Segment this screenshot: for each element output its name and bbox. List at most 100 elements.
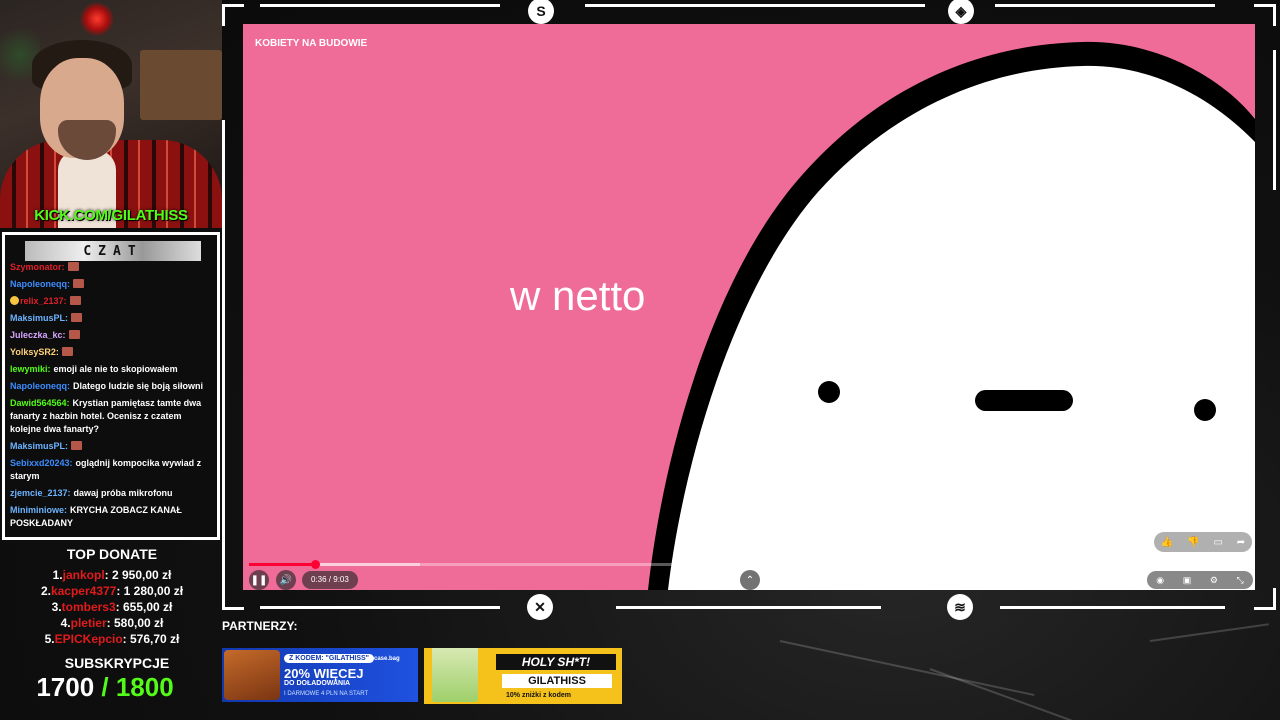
chat-username[interactable]: Napoleoneqq: (10, 381, 70, 391)
donate-name: EPICKepcio (54, 632, 123, 646)
chat-message: MaksimusPL: (10, 312, 215, 325)
partners-label: PARTNERZY: (222, 619, 298, 633)
top-donate-list: 1.jankopl: 2 950,00 zł 2.kacper4377: 1 28… (0, 567, 224, 647)
donate-name: tombers3 (61, 600, 116, 614)
frame-line (260, 606, 500, 609)
badge-icon (10, 296, 19, 305)
chat-message-list: Szymonator: Napoleoneqq: relix_2137: Maksim… (10, 261, 215, 534)
pause-button[interactable]: ❚❚ (249, 570, 269, 590)
fullscreen-icon[interactable]: ⤡ (1236, 575, 1243, 586)
frame-corner (1254, 588, 1276, 610)
donate-amount: : 655,00 zł (115, 600, 173, 614)
chat-username[interactable]: Napoleoneqq: (10, 279, 70, 289)
donate-rank: 5. (44, 632, 55, 646)
chat-message: Napoleoneqq: Dlatego ludzie się boją siło… (10, 380, 215, 393)
reaction-bar: 👍 👎 ▭ ➦ (1154, 532, 1252, 552)
video-player[interactable]: KOBIETY NA BUDOWIE w netto (243, 24, 1255, 590)
progress-bar[interactable] (249, 560, 1252, 569)
frame-line (995, 4, 1215, 7)
product-box-icon (432, 648, 478, 702)
expand-button[interactable]: ⌃ (740, 570, 760, 590)
volume-button[interactable]: 🔊 (276, 570, 296, 590)
chat-username[interactable]: Szymonator: (10, 262, 65, 272)
treasure-chest-icon (224, 650, 280, 700)
frame-logo-icon: ≋ (947, 594, 973, 620)
webcam-lamp (80, 2, 114, 36)
donate-amount: : 2 950,00 zł (104, 568, 172, 582)
banner-code: GILATHISS (502, 674, 612, 688)
chat-message: Miniminiowe: KRYCHA ZOBACZ KANAŁ POSKŁADA… (10, 504, 215, 530)
chat-username[interactable]: lewymiki: (10, 364, 51, 374)
banner-code: Z KODEM: "GILATHISS" (284, 654, 375, 663)
video-title[interactable]: KOBIETY NA BUDOWIE (255, 38, 367, 49)
channel-url: KICK.COM/GILATHISS (34, 207, 188, 224)
partner-banner-casebag[interactable]: Z KODEM: "GILATHISS" case.bag 20% WIĘCEJ… (222, 648, 418, 702)
chat-message: zjemcie_2137: dawaj próba mikrofonu (10, 487, 215, 500)
chat-username[interactable]: Miniminiowe: (10, 505, 67, 515)
top-donate-title: TOP DONATE (66, 546, 158, 562)
chat-username[interactable]: YolksySR2: (10, 347, 59, 357)
donate-amount: : 576,70 zł (122, 632, 180, 646)
donate-rank: 1. (52, 568, 63, 582)
banner-brand: case.bag (374, 656, 400, 662)
chat-username[interactable]: Dawid564564: (10, 398, 70, 408)
emote-icon (68, 330, 80, 339)
frame-logo-icon: ✕ (527, 594, 553, 620)
banner-headline: 20% WIĘCEJ (284, 666, 364, 681)
subtitles-icon[interactable]: ▣ (1183, 575, 1192, 586)
banner-subline: DO DOŁADOWANIA (284, 680, 351, 687)
chat-message: YolksySR2: (10, 346, 215, 359)
donate-rank: 4. (60, 616, 71, 630)
chevron-up-icon: ⌃ (745, 574, 755, 586)
partner-banner-holysht[interactable]: HOLY SH*T! GILATHISS 10% zniżki z kodem (424, 648, 622, 704)
progress-played (249, 563, 316, 566)
chat-panel: CZAT Szymonator: Napoleoneqq: relix_2137: M… (2, 232, 220, 540)
donate-amount: : 1 280,00 zł (116, 584, 184, 598)
settings-icon[interactable]: ⚙ (1210, 575, 1218, 586)
video-caption: w netto (510, 272, 646, 319)
chat-username[interactable]: zjemcie_2137: (10, 488, 71, 498)
comment-icon[interactable]: ▭ (1213, 537, 1222, 548)
chat-message: Sebixxd20243: oglądnij kompocika wywiad z… (10, 457, 215, 483)
donate-name: kacper4377 (50, 584, 117, 598)
donate-rank: 2. (40, 584, 51, 598)
frame-line (260, 4, 500, 7)
chat-message: Juleczka_kc: (10, 329, 215, 342)
frame-line (222, 120, 225, 590)
chat-message: lewymiki: emoji ale nie to skopiowałem (10, 363, 215, 376)
dislike-icon[interactable]: 👎 (1187, 537, 1199, 548)
emote-icon (67, 262, 79, 271)
frame-line (1273, 50, 1276, 190)
video-ghost-character (648, 41, 1255, 590)
donate-rank: 3. (51, 600, 62, 614)
donate-row: 1.jankopl: 2 950,00 zł (0, 567, 224, 583)
chat-username[interactable]: relix_2137: (20, 296, 67, 306)
chat-text: emoji ale nie to skopiowałem (53, 364, 178, 374)
frame-line (616, 606, 881, 609)
like-icon[interactable]: 👍 (1161, 537, 1173, 548)
chat-message: Szymonator: (10, 261, 215, 274)
frame-line (1000, 606, 1225, 609)
subs-counter: 1700 / 1800 (0, 672, 210, 703)
frame-corner (1254, 4, 1276, 26)
chat-username[interactable]: MaksimusPL: (10, 441, 68, 451)
chat-username[interactable]: Juleczka_kc: (10, 330, 66, 340)
banner-footnote: I DARMOWE 4 PLN NA START (284, 691, 369, 697)
webcam-feed: KICK.COM/GILATHISS (0, 0, 222, 228)
frame-line (585, 4, 925, 7)
time-display: 0:36 / 9:03 (302, 571, 358, 589)
chat-message: relix_2137: (10, 295, 215, 308)
chat-username[interactable]: MaksimusPL: (10, 313, 68, 323)
donate-amount: : 580,00 zł (106, 616, 164, 630)
banner-footnote: 10% zniżki z kodem (506, 692, 571, 699)
donate-name: jankopl (62, 568, 105, 582)
chat-username[interactable]: Sebixxd20243: (10, 458, 73, 468)
donate-row: 5.EPICKepcio: 576,70 zł (0, 631, 224, 647)
subs-current: 1700 (36, 672, 95, 702)
subs-title: SUBSKRYPCJE (64, 655, 170, 671)
share-icon[interactable]: ➦ (1237, 537, 1245, 548)
autoplay-toggle-icon[interactable]: ◉ (1156, 575, 1164, 586)
chat-text: dawaj próba mikrofonu (73, 488, 173, 498)
webcam-shelf (140, 50, 222, 120)
frame-corner (222, 4, 244, 26)
